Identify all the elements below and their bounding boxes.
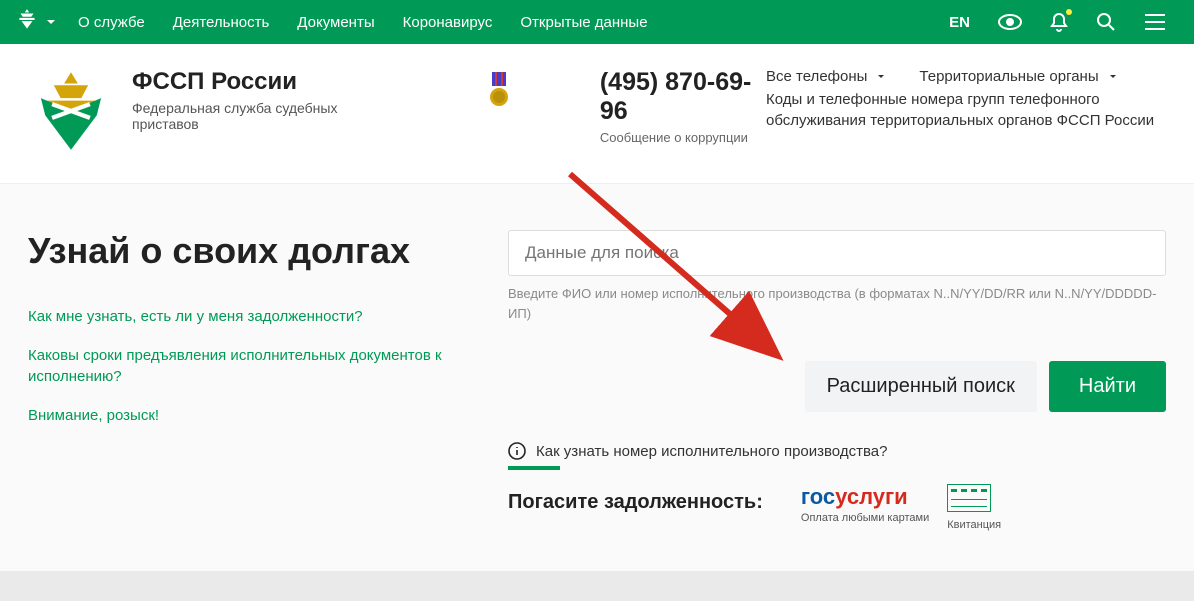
header-right-info: Все телефоны Территориальные органы Коды… bbox=[766, 68, 1166, 131]
chevron-down-icon bbox=[877, 73, 885, 81]
search-icon[interactable] bbox=[1096, 12, 1116, 32]
gosuslugi-link[interactable]: госуслуги Оплата любыми картами bbox=[801, 484, 929, 524]
notifications-icon[interactable] bbox=[1050, 12, 1068, 32]
header-description: Коды и телефонные номера групп телефонно… bbox=[766, 89, 1166, 131]
accessibility-icon[interactable] bbox=[998, 14, 1022, 30]
regional-dropdown[interactable]: Территориальные органы bbox=[919, 68, 1116, 85]
language-switch[interactable]: EN bbox=[949, 14, 970, 31]
top-navigation: О службе Деятельность Документы Коронави… bbox=[0, 0, 1194, 44]
nav-opendata[interactable]: Открытые данные bbox=[520, 14, 647, 31]
nav-about[interactable]: О службе bbox=[78, 14, 145, 31]
footer-spacer bbox=[0, 571, 1194, 601]
phone-block: (495) 870-69-96 Сообщение о коррупции bbox=[600, 68, 766, 145]
gosuslugi-sub: Оплата любыми картами bbox=[801, 512, 929, 524]
site-logo-icon bbox=[28, 68, 114, 159]
gosuslugi-part1: гос bbox=[801, 484, 835, 509]
howto-row[interactable]: Как узнать номер исполнительного произво… bbox=[508, 442, 1166, 460]
pay-title: Погасите задолженность: bbox=[508, 484, 763, 520]
receipt-sub: Квитанция bbox=[947, 519, 1001, 531]
faq-link-2[interactable]: Каковы сроки предъявления исполнительных… bbox=[28, 345, 508, 387]
advanced-search-button[interactable]: Расширенный поиск bbox=[805, 361, 1037, 412]
howto-text: Как узнать номер исполнительного произво… bbox=[536, 443, 887, 460]
find-button[interactable]: Найти bbox=[1049, 361, 1166, 412]
phone-number[interactable]: (495) 870-69-96 bbox=[600, 68, 766, 126]
debts-heading: Узнай о своих долгах bbox=[28, 230, 508, 272]
emblem-icon bbox=[14, 7, 40, 38]
nav-coronavirus[interactable]: Коронавирус bbox=[403, 14, 493, 31]
payment-row: Погасите задолженность: госуслуги Оплата… bbox=[508, 484, 1166, 531]
site-header: ФССП России Федеральная служба судебных … bbox=[0, 44, 1194, 184]
search-hint: Введите ФИО или номер исполнительного пр… bbox=[508, 284, 1166, 323]
site-title-block: ФССП России Федеральная служба судебных … bbox=[132, 68, 388, 132]
site-title: ФССП России bbox=[132, 68, 388, 96]
chevron-down-icon[interactable] bbox=[46, 17, 56, 27]
all-phones-label: Все телефоны bbox=[766, 68, 867, 85]
topbar-right: EN bbox=[949, 12, 1166, 32]
receipt-link[interactable]: Квитанция bbox=[947, 484, 1001, 531]
main-content: Узнай о своих долгах Как мне узнать, ест… bbox=[0, 184, 1194, 571]
faq-link-3[interactable]: Внимание, розыск! bbox=[28, 405, 508, 426]
all-phones-dropdown[interactable]: Все телефоны bbox=[766, 68, 885, 85]
main-nav: О службе Деятельность Документы Коронави… bbox=[78, 14, 949, 31]
faq-link-1[interactable]: Как мне узнать, есть ли у меня задолженн… bbox=[28, 306, 508, 327]
nav-documents[interactable]: Документы bbox=[297, 14, 374, 31]
menu-icon[interactable] bbox=[1144, 13, 1166, 31]
button-row: Расширенный поиск Найти bbox=[508, 361, 1166, 412]
accent-underline bbox=[508, 466, 560, 470]
info-icon bbox=[508, 442, 526, 460]
notification-dot bbox=[1066, 9, 1072, 15]
search-column: Введите ФИО или номер исполнительного пр… bbox=[508, 230, 1166, 531]
nav-activity[interactable]: Деятельность bbox=[173, 14, 270, 31]
regional-label: Территориальные органы bbox=[919, 68, 1098, 85]
left-column: Узнай о своих долгах Как мне узнать, ест… bbox=[28, 230, 508, 531]
receipt-icon bbox=[947, 484, 991, 512]
medal-icon bbox=[488, 72, 510, 113]
search-input[interactable] bbox=[508, 230, 1166, 276]
chevron-down-icon bbox=[1109, 73, 1117, 81]
site-subtitle: Федеральная служба судебных приставов bbox=[132, 100, 388, 132]
phone-subtitle: Сообщение о коррупции bbox=[600, 130, 766, 145]
gosuslugi-part2: услуги bbox=[835, 484, 908, 509]
